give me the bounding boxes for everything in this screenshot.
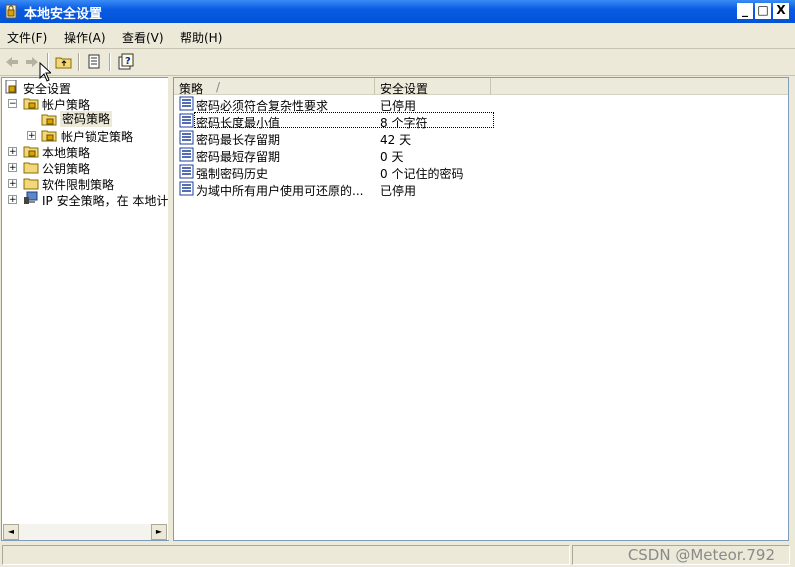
policy-icon bbox=[179, 147, 194, 162]
scroll-left-button[interactable]: ◄ bbox=[3, 524, 19, 540]
title-bar: 本地安全设置 _ □ X bbox=[0, 0, 795, 23]
expand-icon[interactable]: + bbox=[8, 179, 17, 189]
policy-icon bbox=[179, 113, 194, 128]
column-header-filler bbox=[491, 78, 788, 95]
tree-item-label: 公钥策略 bbox=[42, 162, 91, 176]
security-settings-icon bbox=[5, 80, 17, 94]
security-settings-icon bbox=[5, 4, 17, 19]
menu-help[interactable]: 帮助(H) bbox=[180, 29, 222, 46]
tree-item-label: 安全设置 bbox=[23, 82, 72, 96]
folder-icon bbox=[23, 162, 39, 174]
tree-item-label: 本地策略 bbox=[42, 146, 91, 160]
minimize-button[interactable]: _ bbox=[737, 3, 753, 19]
horizontal-scrollbar[interactable]: ◄ ► bbox=[3, 524, 167, 540]
tree-item-label: IP 安全策略，在 本地计算机 bbox=[42, 194, 169, 208]
status-pane bbox=[2, 545, 570, 565]
expand-icon[interactable]: + bbox=[27, 131, 36, 141]
mouse-cursor-icon bbox=[39, 62, 51, 82]
window-title: 本地安全设置 bbox=[24, 7, 103, 22]
sort-indicator-icon: / bbox=[216, 80, 221, 94]
network-computer-icon bbox=[24, 191, 38, 204]
expand-icon[interactable]: + bbox=[8, 147, 17, 157]
export-list-icon[interactable] bbox=[85, 52, 105, 72]
column-header-setting[interactable]: 安全设置 bbox=[375, 78, 491, 96]
help-icon[interactable]: ? bbox=[116, 52, 136, 72]
tree-pane[interactable]: 安全设置 − 帐户策略 密码策略 + 帐户锁定策略 + 本地策略 + 公钥策略 … bbox=[1, 77, 169, 541]
policy-icon bbox=[179, 96, 194, 111]
watermark-text: CSDN @Meteor.792 bbox=[627, 546, 775, 564]
table-row[interactable]: 密码长度最小值 8 个字符 bbox=[174, 112, 788, 130]
menu-file[interactable]: 文件(F) bbox=[7, 29, 47, 46]
up-folder-icon[interactable] bbox=[54, 52, 74, 72]
status-bar: CSDN @Meteor.792 bbox=[0, 542, 795, 567]
policy-icon bbox=[179, 164, 194, 179]
locked-folder-icon bbox=[23, 146, 39, 158]
menu-bar: 文件(F) 操作(A) 查看(V) 帮助(H) bbox=[0, 24, 795, 49]
menu-action[interactable]: 操作(A) bbox=[64, 29, 106, 46]
locked-folder-icon bbox=[23, 98, 39, 110]
table-row[interactable]: 为域中所有用户使用可还原的... 已停用 bbox=[174, 180, 788, 198]
tree-item-label: 软件限制策略 bbox=[42, 178, 115, 192]
policy-setting: 已停用 bbox=[380, 184, 417, 198]
table-row[interactable]: 密码必须符合复杂性要求 已停用 bbox=[174, 95, 788, 113]
expand-icon[interactable]: + bbox=[8, 163, 17, 173]
collapse-icon[interactable]: − bbox=[8, 99, 17, 109]
policy-name: 为域中所有用户使用可还原的... bbox=[196, 184, 364, 198]
policy-icon bbox=[179, 130, 194, 145]
folder-icon bbox=[23, 178, 39, 190]
toolbar: ? bbox=[0, 49, 795, 76]
column-header-policy[interactable]: 策略 / bbox=[174, 78, 375, 96]
tree-item-password-policy[interactable]: 密码策略 bbox=[4, 111, 114, 127]
tree-item-label: 密码策略 bbox=[60, 111, 113, 127]
expand-icon[interactable]: + bbox=[8, 195, 17, 205]
toolbar-separator bbox=[109, 53, 111, 71]
menu-view[interactable]: 查看(V) bbox=[122, 29, 164, 46]
toolbar-separator bbox=[78, 53, 80, 71]
back-icon[interactable] bbox=[2, 52, 22, 72]
status-pane: CSDN @Meteor.792 bbox=[572, 545, 790, 565]
locked-folder-icon bbox=[41, 130, 57, 142]
table-row[interactable]: 强制密码历史 0 个记住的密码 bbox=[174, 163, 788, 181]
locked-folder-icon bbox=[41, 114, 57, 126]
table-row[interactable]: 密码最长存留期 42 天 bbox=[174, 129, 788, 147]
tree-item-label: 帐户锁定策略 bbox=[61, 130, 134, 144]
maximize-button[interactable]: □ bbox=[755, 3, 771, 19]
table-row[interactable]: 密码最短存留期 0 天 bbox=[174, 146, 788, 164]
scroll-right-button[interactable]: ► bbox=[151, 524, 167, 540]
policy-icon bbox=[179, 181, 194, 196]
policy-list[interactable]: 策略 / 安全设置 密码必须符合复杂性要求 已停用 密码长度最小值 8 个字符 … bbox=[173, 77, 789, 541]
svg-text:?: ? bbox=[125, 56, 131, 67]
close-button[interactable]: X bbox=[773, 3, 789, 19]
